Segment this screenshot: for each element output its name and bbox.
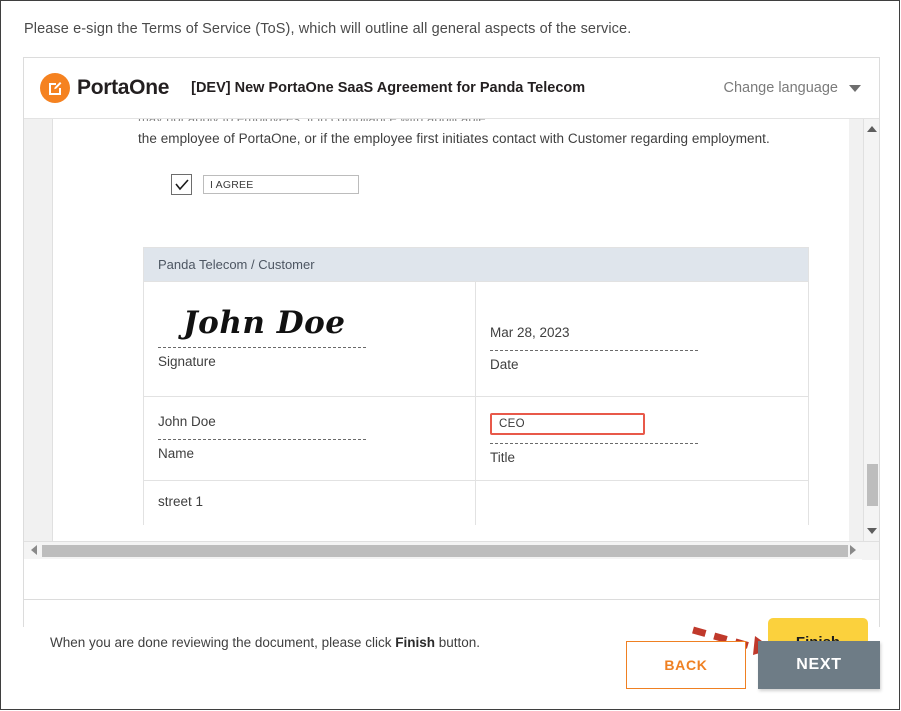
scroll-down-icon[interactable] — [864, 523, 880, 539]
back-button[interactable]: BACK — [626, 641, 746, 689]
next-button[interactable]: NEXT — [758, 641, 880, 689]
page-instruction: Please e-sign the Terms of Service (ToS)… — [24, 21, 632, 37]
name-rule — [158, 438, 366, 440]
triangle-up-glyph — [867, 126, 877, 132]
triangle-right-glyph — [850, 545, 856, 555]
document-viewport: may not apply to employees, if in compli… — [24, 118, 879, 601]
title-input[interactable]: CEO — [490, 413, 645, 435]
signature-caption: Signature — [158, 354, 216, 369]
name-value: John Doe — [158, 414, 216, 429]
agree-text-field[interactable]: I AGREE — [203, 175, 359, 194]
document-title: [DEV] New PortaOne SaaS Agreement for Pa… — [191, 80, 586, 96]
scroll-left-icon[interactable] — [26, 542, 42, 558]
signature-table: Panda Telecom / Customer John Doe Signat… — [143, 247, 809, 525]
title-rule — [490, 443, 698, 444]
triangle-left-glyph — [31, 545, 37, 555]
title-caption: Title — [490, 450, 516, 465]
date-rule — [490, 349, 698, 351]
document-right-gutter — [849, 119, 863, 541]
scrollbar-corner — [862, 542, 879, 560]
date-caption: Date — [490, 356, 519, 372]
table-row: John Doe Name CEO Title — [144, 396, 808, 480]
title-cell: CEO Title — [476, 397, 808, 480]
date-value: Mar 28, 2023 — [490, 325, 570, 340]
document-paragraph: the employee of PortaOne, or if the empl… — [138, 131, 770, 146]
wizard-navigation: BACK NEXT — [23, 641, 880, 697]
document-page: may not apply to employees, if in compli… — [54, 119, 849, 541]
chevron-down-icon — [849, 84, 861, 92]
address-value: street 1 — [158, 494, 204, 509]
signature-value: John Doe — [183, 305, 346, 341]
agree-row: I AGREE — [171, 174, 359, 195]
signature-rule — [158, 347, 366, 348]
document-left-gutter — [24, 119, 53, 541]
name-caption: Name — [158, 445, 195, 461]
address-cell: street 1 — [144, 481, 476, 525]
clipped-paragraph-line: may not apply to employees, if in compli… — [138, 119, 778, 121]
signature-table-header: Panda Telecom / Customer — [144, 248, 808, 281]
signature-cell: John Doe Signature — [144, 282, 476, 396]
scroll-right-icon[interactable] — [845, 542, 861, 558]
name-cell: John Doe Name — [144, 397, 476, 480]
agree-checkbox[interactable] — [171, 174, 192, 195]
horizontal-scrollbar-thumb[interactable] — [42, 545, 848, 557]
portaone-wordmark: PortaOne — [77, 76, 170, 99]
esign-document-card: PortaOne [DEV] New PortaOne SaaS Agreeme… — [23, 57, 880, 686]
address-cell-right — [476, 481, 808, 525]
triangle-down-glyph — [867, 528, 877, 534]
vertical-scrollbar[interactable] — [863, 119, 879, 541]
vertical-scrollbar-thumb[interactable] — [867, 464, 878, 506]
portaone-logo-icon — [40, 73, 70, 103]
date-cell: Mar 28, 2023 Date — [476, 282, 808, 396]
horizontal-scrollbar[interactable] — [24, 541, 879, 560]
scroll-up-icon[interactable] — [864, 121, 880, 137]
table-row: John Doe Signature Mar 28, 2023 Date — [144, 281, 808, 396]
application-window: Please e-sign the Terms of Service (ToS)… — [0, 0, 900, 710]
change-language-label: Change language — [723, 80, 839, 96]
table-row: street 1 — [144, 480, 808, 525]
change-language-dropdown[interactable]: Change language — [723, 80, 861, 96]
document-header: PortaOne [DEV] New PortaOne SaaS Agreeme… — [24, 58, 879, 118]
